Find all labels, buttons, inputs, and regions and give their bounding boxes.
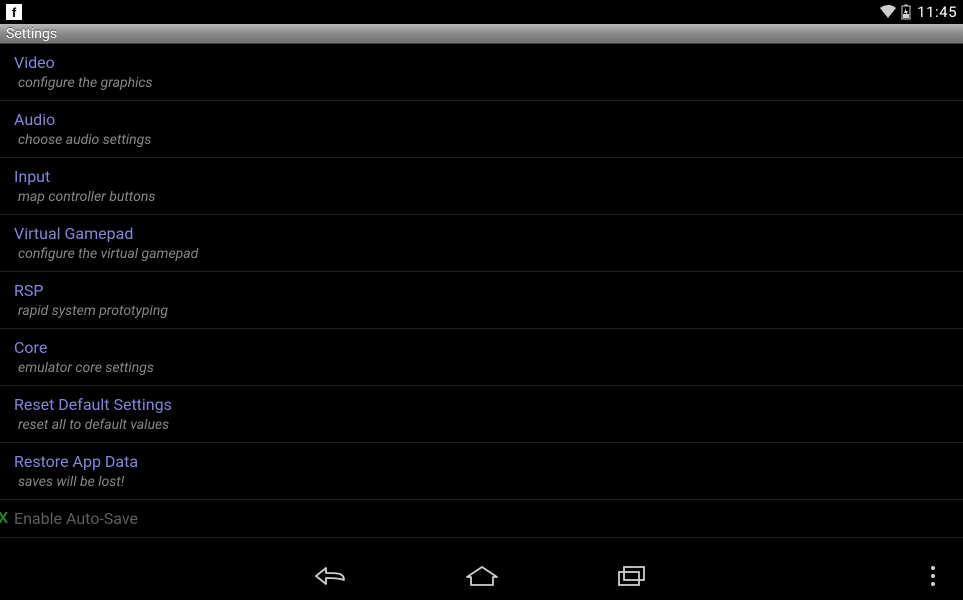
settings-item-title: RSP <box>14 281 949 300</box>
check-icon: X <box>0 508 8 527</box>
page-title: Settings <box>6 26 57 42</box>
overflow-menu-button[interactable] <box>917 552 949 600</box>
settings-item-restore-app-data[interactable]: Restore App Data saves will be lost! <box>0 443 963 500</box>
settings-item-title: Audio <box>14 110 949 129</box>
title-bar: Settings <box>0 24 963 44</box>
settings-list[interactable]: Video configure the graphics Audio choose a… <box>0 44 963 552</box>
settings-item-input[interactable]: Input map controller buttons <box>0 158 963 215</box>
settings-item-audio[interactable]: Audio choose audio settings <box>0 101 963 158</box>
settings-item-virtual-gamepad[interactable]: Virtual Gamepad configure the virtual gam… <box>0 215 963 272</box>
settings-item-title: Input <box>14 167 949 186</box>
battery-icon <box>901 4 911 20</box>
settings-item-title: Core <box>14 338 949 357</box>
settings-item-subtitle: emulator core settings <box>14 360 949 376</box>
recent-apps-button[interactable] <box>612 560 652 592</box>
status-clock: 11:45 <box>917 3 957 21</box>
settings-item-subtitle: saves will be lost! <box>14 474 949 490</box>
facebook-notification-icon: f <box>6 4 22 20</box>
settings-item-video[interactable]: Video configure the graphics <box>0 44 963 101</box>
settings-item-reset-default-settings[interactable]: Reset Default Settings reset all to defau… <box>0 386 963 443</box>
settings-item-title: Video <box>14 53 949 72</box>
settings-item-rsp[interactable]: RSP rapid system prototyping <box>0 272 963 329</box>
settings-item-subtitle: choose audio settings <box>14 132 949 148</box>
settings-item-subtitle: configure the graphics <box>14 75 949 91</box>
back-button[interactable] <box>312 560 352 592</box>
settings-item-subtitle: rapid system prototyping <box>14 303 949 319</box>
settings-item-subtitle: configure the virtual gamepad <box>14 246 949 262</box>
home-button[interactable] <box>462 560 502 592</box>
settings-item-enable-auto-save[interactable]: X Enable Auto-Save <box>0 500 963 538</box>
settings-item-title: Reset Default Settings <box>14 395 949 414</box>
status-bar: f 11:45 <box>0 0 963 24</box>
wifi-icon <box>879 5 897 19</box>
navigation-bar <box>0 552 963 600</box>
settings-item-title: Enable Auto-Save <box>14 509 949 528</box>
settings-item-title: Restore App Data <box>14 452 949 471</box>
settings-item-subtitle: reset all to default values <box>14 417 949 433</box>
settings-item-title: Virtual Gamepad <box>14 224 949 243</box>
settings-item-core[interactable]: Core emulator core settings <box>0 329 963 386</box>
settings-item-subtitle: map controller buttons <box>14 189 949 205</box>
